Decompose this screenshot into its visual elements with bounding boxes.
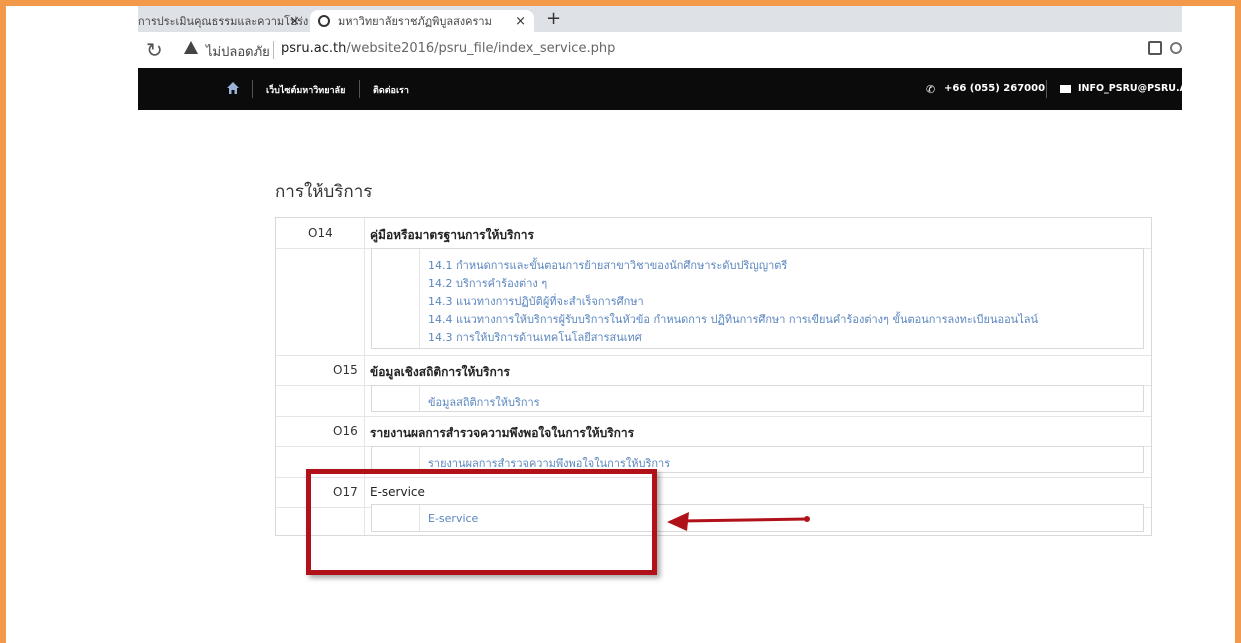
site-top-nav: เว็บไซต์มหาวิทยาลัย ติดต่อเรา ✆ +66 (055… bbox=[138, 68, 1194, 110]
service-link[interactable]: 14.4 แนวทางการให้บริการผู้รับบริการในหัว… bbox=[428, 310, 1038, 328]
email-link[interactable]: INFO_PSRU@PSRU.AC bbox=[1078, 83, 1194, 94]
url-path: /website2016/psru_file/index_service.php bbox=[346, 41, 616, 56]
table-row-o15: O15 ข้อมูลเชิงสถิติการให้บริการ bbox=[276, 355, 1151, 386]
favicon-icon bbox=[318, 15, 330, 27]
browser-tab-active[interactable]: มหาวิทยาลัยราชภัฏพิบูลสงคราม × bbox=[310, 10, 534, 32]
nav-link-university[interactable]: เว็บไซต์มหาวิทยาลัย bbox=[266, 83, 345, 97]
annotation-arrow-icon bbox=[667, 512, 810, 531]
table-row-o14-links: 14.1 กำหนดการและขั้นตอนการย้ายสาขาวิชาขอ… bbox=[276, 248, 1151, 356]
security-label[interactable]: ไม่ปลอดภัย bbox=[206, 41, 270, 62]
browser-tab-strip: การประเมินคุณธรรมและความโปร่ง × มหาวิทยา… bbox=[138, 6, 1182, 32]
warning-icon[interactable] bbox=[184, 41, 198, 54]
table-row-o15-links: ข้อมูลสถิติการให้บริการ bbox=[276, 385, 1151, 417]
extension-icon[interactable] bbox=[1148, 41, 1162, 55]
service-link[interactable]: 14.1 กำหนดการและขั้นตอนการย้ายสาขาวิชาขอ… bbox=[428, 256, 787, 274]
section-code: O16 bbox=[333, 424, 358, 438]
browser-tab[interactable]: การประเมินคุณธรรมและความโปร่ง × bbox=[138, 10, 308, 32]
address-bar: ↻ ไม่ปลอดภัย psru.ac.th/website2016/psru… bbox=[138, 32, 1182, 69]
reload-icon[interactable]: ↻ bbox=[146, 38, 163, 62]
nav-divider bbox=[1046, 80, 1047, 98]
tab-title: การประเมินคุณธรรมและความโปร่ง bbox=[138, 15, 308, 28]
nav-link-contact[interactable]: ติดต่อเรา bbox=[373, 83, 409, 97]
url-field[interactable]: psru.ac.th/website2016/psru_file/index_s… bbox=[281, 41, 615, 56]
tab-title: มหาวิทยาลัยราชภัฏพิบูลสงคราม bbox=[338, 15, 492, 28]
table-row-o16: O16 รายงานผลการสำรวจความพึงพอใจในการให้บ… bbox=[276, 416, 1151, 447]
service-link[interactable]: 14.3 การให้บริการด้านเทคโนโลยีสารสนเทศ bbox=[428, 328, 642, 346]
page-title: การให้บริการ bbox=[275, 182, 373, 202]
service-link[interactable]: ข้อมูลสถิติการให้บริการ bbox=[428, 393, 540, 411]
divider bbox=[273, 41, 274, 59]
phone-icon: ✆ bbox=[926, 83, 936, 96]
url-domain: psru.ac.th bbox=[281, 41, 347, 56]
links-box-divider bbox=[419, 249, 420, 348]
section-code: O15 bbox=[333, 363, 358, 377]
service-link[interactable]: 14.3 แนวทางการปฏิบัติผู้ที่จะสำเร็จการศึ… bbox=[428, 292, 644, 310]
nav-divider bbox=[252, 80, 253, 98]
links-box-divider bbox=[419, 386, 420, 411]
profile-icon[interactable] bbox=[1170, 42, 1182, 54]
home-icon[interactable] bbox=[226, 81, 240, 95]
links-box: 14.1 กำหนดการและขั้นตอนการย้ายสาขาวิชาขอ… bbox=[371, 248, 1144, 349]
table-row-o14: O14 คู่มือหรือมาตรฐานการให้บริการ bbox=[276, 218, 1151, 249]
nav-divider bbox=[359, 80, 360, 98]
new-tab-icon[interactable]: + bbox=[546, 8, 561, 29]
service-link[interactable]: 14.2 บริการคำร้องต่าง ๆ bbox=[428, 274, 547, 292]
mail-icon bbox=[1060, 85, 1071, 93]
highlight-box bbox=[306, 469, 657, 575]
section-title: รายงานผลการสำรวจความพึงพอใจในการให้บริกา… bbox=[370, 426, 635, 440]
links-box: ข้อมูลสถิติการให้บริการ bbox=[371, 385, 1144, 412]
section-code: O14 bbox=[308, 226, 333, 240]
close-tab-icon[interactable]: × bbox=[289, 14, 300, 29]
section-title: ข้อมูลเชิงสถิติการให้บริการ bbox=[370, 365, 510, 379]
section-title: คู่มือหรือมาตรฐานการให้บริการ bbox=[370, 228, 534, 242]
close-tab-icon[interactable]: × bbox=[515, 14, 526, 29]
phone-number[interactable]: +66 (055) 267000 bbox=[944, 83, 1045, 94]
